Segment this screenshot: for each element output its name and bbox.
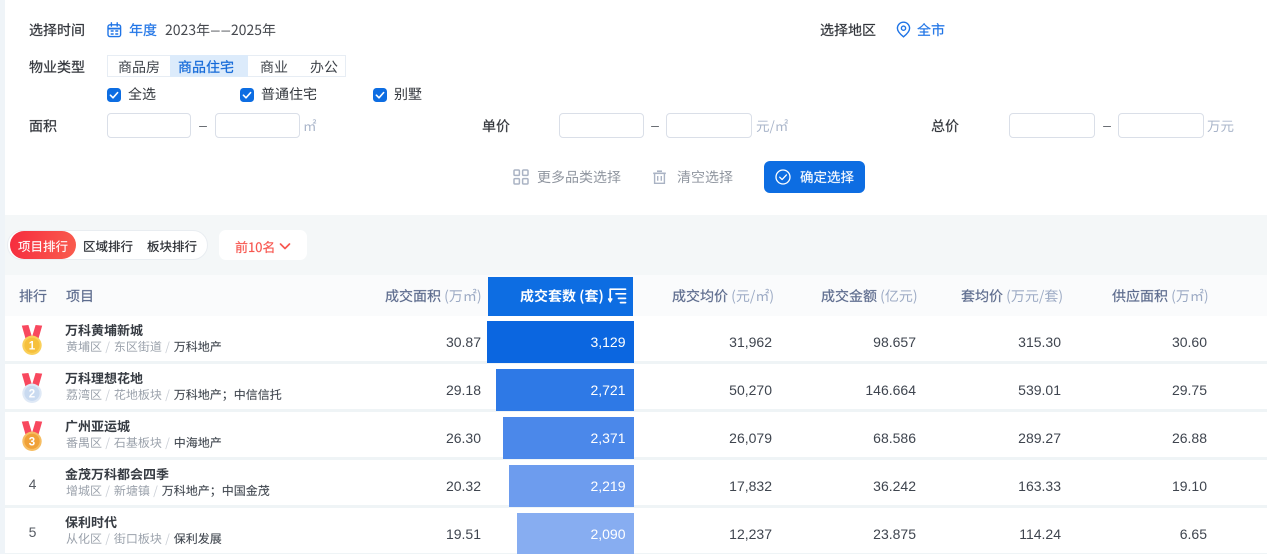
svg-text:3: 3 bbox=[29, 436, 35, 448]
svg-text:2: 2 bbox=[29, 388, 35, 400]
svg-text:1: 1 bbox=[29, 340, 36, 352]
